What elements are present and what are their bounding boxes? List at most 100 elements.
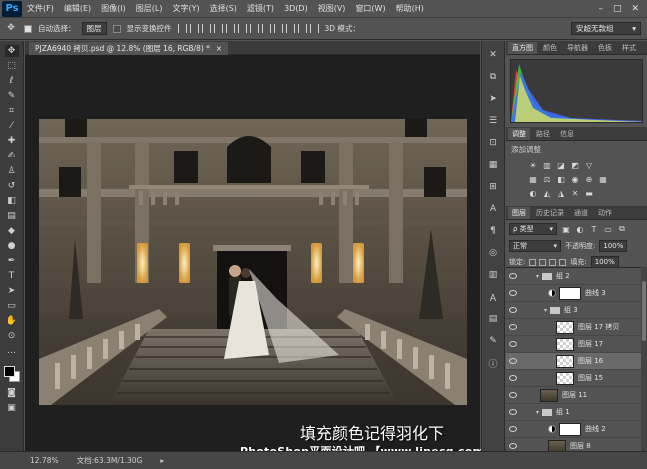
screen-mode-icon[interactable]: ▣ (5, 402, 19, 414)
lock-position-icon[interactable] (549, 258, 557, 266)
blur-tool-icon[interactable]: ◆ (5, 225, 19, 237)
lock-pixels-icon[interactable] (539, 258, 547, 266)
type-panel-icon[interactable]: Ａ (486, 291, 500, 304)
distribute-middle-icon[interactable] (261, 24, 271, 33)
history-brush-tool-icon[interactable]: ↺ (5, 180, 19, 192)
eye-icon[interactable] (509, 290, 517, 296)
layers-scrollbar[interactable] (641, 267, 647, 451)
menu-window[interactable]: 窗口(W) (350, 3, 390, 14)
glyphs-panel-icon[interactable]: ◎ (486, 247, 500, 259)
layer-row-layer-17[interactable]: 图层 17 (506, 336, 647, 353)
eye-icon[interactable] (509, 307, 517, 313)
align-right-icon[interactable] (237, 24, 247, 33)
filter-adjustment-icon[interactable]: ◐ (575, 224, 585, 234)
layer-row-layer-11[interactable]: 图层 11 (506, 387, 647, 404)
selective-color-icon[interactable]: ✕ (570, 188, 580, 198)
brightness-icon[interactable]: ☀ (528, 160, 538, 170)
menu-image[interactable]: 图像(I) (96, 3, 131, 14)
eye-icon[interactable] (509, 375, 517, 381)
align-middle-icon[interactable] (189, 24, 199, 33)
posterize-icon[interactable]: ◭ (542, 188, 552, 198)
tab-layers[interactable]: 图层 (508, 207, 530, 219)
eraser-tool-icon[interactable]: ◧ (5, 195, 19, 207)
character-panel-icon[interactable]: A (486, 203, 500, 215)
align-center-icon[interactable] (225, 24, 235, 33)
exposure-icon[interactable]: ◩ (570, 160, 580, 170)
menu-select[interactable]: 选择(S) (205, 3, 242, 14)
swatches-strip-icon[interactable]: ▤ (486, 313, 500, 325)
actions-panel-icon[interactable]: ➤ (486, 93, 500, 105)
quick-mask-icon[interactable]: ◙ (5, 387, 19, 399)
pen-tool-icon[interactable]: ✒ (5, 255, 19, 267)
expand-arrow-icon[interactable]: ▾ (544, 307, 547, 314)
tab-channels[interactable]: 通道 (570, 207, 592, 219)
tab-history[interactable]: 历史记录 (532, 207, 568, 219)
menu-3d[interactable]: 3D(D) (279, 4, 313, 13)
gradient-tool-icon[interactable]: ▤ (5, 210, 19, 222)
tab-swatches[interactable]: 色板 (594, 42, 616, 54)
blend-mode-dropdown[interactable]: 正常 ▾ (509, 240, 561, 252)
layer-row-curves-3[interactable]: 曲线 3 (506, 285, 647, 302)
history-panel-icon[interactable]: ⧉ (486, 71, 500, 83)
brush-panel-icon[interactable]: ⊡ (486, 137, 500, 149)
gradient-map-icon[interactable]: ▬ (584, 188, 594, 198)
maximize-button[interactable]: □ (613, 4, 622, 14)
invert-icon[interactable]: ◐ (528, 188, 538, 198)
color-lookup-icon[interactable]: ▦ (598, 174, 608, 184)
eyedropper-tool-icon[interactable]: ⁄ (5, 120, 19, 132)
layer-mask-thumbnail[interactable] (559, 422, 581, 436)
dodge-tool-icon[interactable]: ● (5, 240, 19, 252)
menu-edit[interactable]: 编辑(E) (59, 3, 96, 14)
workspace-dropdown[interactable]: 安超无款组 ▾ (571, 22, 641, 35)
crop-tool-icon[interactable]: ⌗ (5, 105, 19, 117)
layer-mask-thumbnail[interactable] (559, 286, 581, 300)
expand-arrow-icon[interactable]: ▾ (536, 409, 539, 416)
eye-icon[interactable] (509, 392, 517, 398)
menu-filter[interactable]: 滤镜(T) (242, 3, 279, 14)
layer-row-layer-17-copy[interactable]: 图层 17 拷贝 (506, 319, 647, 336)
clone-source-icon[interactable]: ⊞ (486, 181, 500, 193)
channel-mixer-icon[interactable]: ⊕ (584, 174, 594, 184)
tab-histogram[interactable]: 直方图 (508, 42, 537, 54)
hand-tool-icon[interactable]: ✋ (5, 315, 19, 327)
tool-presets-icon[interactable]: ▥ (486, 269, 500, 281)
tab-styles[interactable]: 样式 (618, 42, 640, 54)
curves-icon[interactable]: ◪ (556, 160, 566, 170)
filter-type-icon[interactable]: T (589, 224, 599, 234)
levels-icon[interactable]: ▥ (542, 160, 552, 170)
eye-icon[interactable] (509, 324, 517, 330)
layer-kind-filter[interactable]: ρ 类型 ▾ (509, 223, 557, 235)
align-top-icon[interactable] (177, 24, 187, 33)
show-transform-checkbox[interactable] (112, 24, 121, 33)
distribute-top-icon[interactable] (249, 24, 259, 33)
distribute-bottom-icon[interactable] (273, 24, 283, 33)
filter-smart-icon[interactable]: ⧉ (617, 224, 627, 234)
menu-view[interactable]: 视图(V) (313, 3, 351, 14)
tab-paths[interactable]: 路径 (532, 128, 554, 140)
move-tool-preset-icon[interactable]: ✥ (4, 23, 18, 35)
path-selection-tool-icon[interactable]: ➤ (5, 285, 19, 297)
layer-row-group-2[interactable]: ▾ 组 2 (506, 268, 647, 285)
filter-pixel-icon[interactable]: ▣ (561, 224, 571, 234)
move-tool-icon[interactable]: ✥ (4, 45, 19, 57)
brush-tool-icon[interactable]: ✍ (5, 150, 19, 162)
layer-row-layer-16[interactable]: 图层 16 (506, 353, 647, 370)
quick-select-tool-icon[interactable]: ✎ (5, 90, 19, 102)
scrollbar-thumb[interactable] (642, 281, 646, 341)
color-balance-icon[interactable]: ⚖ (542, 174, 552, 184)
align-bottom-icon[interactable] (201, 24, 211, 33)
brush-presets-icon[interactable]: ▦ (486, 159, 500, 171)
tab-adjustments[interactable]: 调整 (508, 128, 530, 140)
eye-icon[interactable] (509, 409, 517, 415)
healing-brush-tool-icon[interactable]: ✚ (5, 135, 19, 147)
foreground-color-swatch[interactable] (3, 366, 15, 377)
layer-row-group-1[interactable]: ▾ 组 1 (506, 404, 647, 421)
distribute-right-icon[interactable] (309, 24, 319, 33)
menu-type[interactable]: 文字(Y) (167, 3, 204, 14)
properties-panel-icon[interactable]: ☰ (486, 115, 500, 127)
collapse-panels-icon[interactable]: ✕ (486, 49, 500, 61)
menu-help[interactable]: 帮助(H) (391, 3, 429, 14)
more-tools-icon[interactable]: … (5, 345, 19, 357)
expand-arrow-icon[interactable]: ▾ (536, 273, 539, 280)
marquee-tool-icon[interactable]: ⬚ (5, 60, 19, 72)
